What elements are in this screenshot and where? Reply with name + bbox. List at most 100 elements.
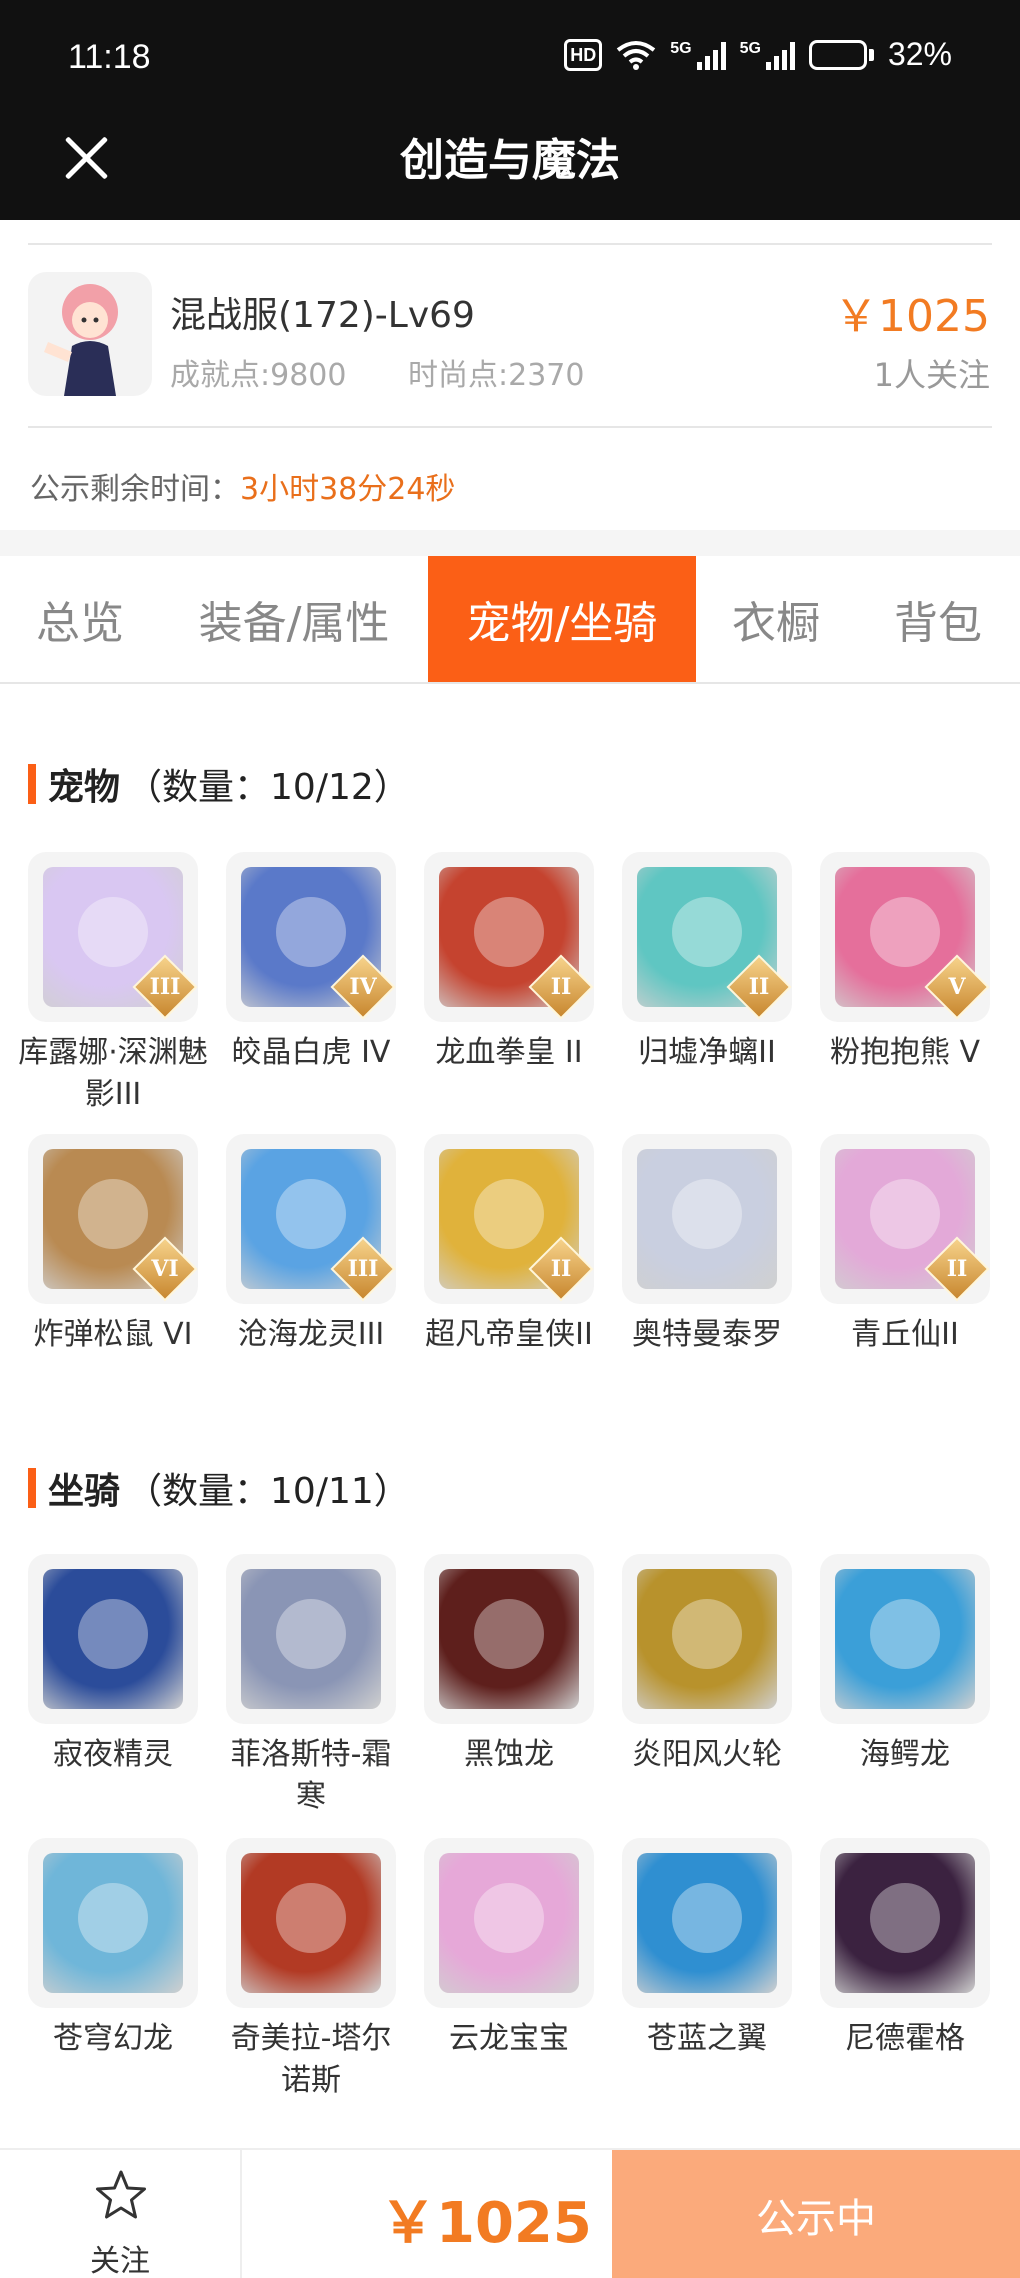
follow-button[interactable]: 关注 (0, 2150, 242, 2278)
signal-tag-2: 5G (739, 39, 761, 57)
item-thumbnail (820, 1554, 990, 1724)
notice-row: 公示剩余时间：3小时38分24秒 (30, 464, 455, 508)
item-image (637, 1569, 777, 1709)
grid-item[interactable]: 苍穹幻龙 (28, 1838, 198, 2060)
item-name: 超凡帝皇侠II (425, 1317, 593, 1352)
tab-wardrobe[interactable]: 衣橱 (696, 556, 856, 682)
grid-item[interactable]: 寂夜精灵 (28, 1554, 198, 1776)
tab-overview[interactable]: 总览 (0, 556, 160, 682)
tab-bar: 总览 装备/属性 宠物/坐骑 衣橱 背包 (0, 556, 1020, 684)
rank-label: III (347, 1256, 379, 1282)
app-header: 创造与魔法 (0, 110, 1020, 220)
item-thumbnail (622, 1134, 792, 1304)
divider (28, 426, 992, 428)
item-image (637, 1853, 777, 1993)
accent-bar (28, 764, 36, 804)
grid-item[interactable]: 苍蓝之翼 (622, 1838, 792, 2060)
item-thumbnail (622, 1838, 792, 2008)
item-name: 云龙宝宝 (449, 2021, 569, 2056)
tab-equipment[interactable]: 装备/属性 (160, 556, 428, 682)
grid-item[interactable]: III 沧海龙灵III (226, 1134, 396, 1356)
page-title: 创造与魔法 (400, 135, 620, 186)
grid-item[interactable]: II 龙血拳皇 II (424, 852, 594, 1074)
item-image (439, 1569, 579, 1709)
item-name: 归墟净螭II (638, 1035, 776, 1070)
grid-item[interactable]: 奥特曼泰罗 (622, 1134, 792, 1356)
tab-pets-mounts[interactable]: 宠物/坐骑 (428, 556, 696, 682)
item-name: 苍穹幻龙 (53, 2021, 173, 2056)
follow-label: 关注 (90, 2244, 150, 2278)
status-icons: HD 5G 5G 32% (564, 36, 952, 73)
grid-item[interactable]: 尼德霍格 (820, 1838, 990, 2060)
rank-label: VI (151, 1256, 179, 1282)
notice-label: 公示剩余时间： (30, 472, 240, 507)
grid-item[interactable]: II 青丘仙II (820, 1134, 990, 1356)
status-button[interactable]: 公示中 (612, 2150, 1020, 2278)
item-name: 尼德霍格 (845, 2021, 965, 2056)
avatar (28, 272, 152, 396)
mounts-title: 坐骑 (48, 1471, 121, 1512)
item-name: 沧海龙灵III (237, 1317, 385, 1352)
grid-item[interactable]: 海鳄龙 (820, 1554, 990, 1776)
item-thumbnail (226, 1554, 396, 1724)
status-bar: 11:18 HD 5G 5G 32% (0, 0, 1020, 110)
grid-item[interactable]: II 归墟净螭II (622, 852, 792, 1074)
item-name: 寂夜精灵 (53, 1737, 173, 1772)
item-thumbnail: III (226, 1134, 396, 1304)
item-name: 黑蚀龙 (464, 1737, 554, 1772)
notice-time: 3小时38分24秒 (240, 472, 456, 507)
rank-label: V (948, 974, 966, 1000)
rank-label: II (946, 1256, 968, 1282)
account-price: ￥1025 (834, 291, 990, 342)
item-name: 龙血拳皇 II (435, 1035, 583, 1070)
item-thumbnail (28, 1554, 198, 1724)
item-name: 皎晶白虎 IV (231, 1035, 391, 1070)
item-thumbnail: II (622, 852, 792, 1022)
item-thumbnail (424, 1554, 594, 1724)
item-image (835, 1853, 975, 1993)
hd-icon: HD (564, 38, 603, 71)
bottom-bar: 关注 ￥1025 公示中 (0, 2148, 1020, 2278)
item-thumbnail: IV (226, 852, 396, 1022)
grid-item[interactable]: 菲洛斯特-霜寒 (226, 1554, 396, 1818)
item-name: 苍蓝之翼 (647, 2021, 767, 2056)
divider (28, 243, 992, 245)
grid-item[interactable]: 炎阳风火轮 (622, 1554, 792, 1776)
item-name: 炸弹松鼠 VI (33, 1317, 193, 1352)
item-image (835, 1569, 975, 1709)
item-name: 炎阳风火轮 (632, 1737, 782, 1772)
pets-heading: 宠物 （数量：10/12） (28, 758, 410, 810)
item-thumbnail: V (820, 852, 990, 1022)
item-name: 青丘仙II (851, 1317, 959, 1352)
fashion-points: 时尚点:2370 (408, 358, 585, 393)
follower-count: 1人关注 (873, 356, 990, 394)
pets-count: （数量：10/12） (126, 767, 410, 808)
item-thumbnail (226, 1838, 396, 2008)
battery-percent: 32% (887, 36, 952, 72)
item-thumbnail (820, 1838, 990, 2008)
section-gap (0, 530, 1020, 556)
item-image (439, 1853, 579, 1993)
item-image (637, 1149, 777, 1289)
grid-item[interactable]: 黑蚀龙 (424, 1554, 594, 1776)
rank-label: IV (349, 974, 377, 1000)
grid-item[interactable]: 奇美拉-塔尔诺斯 (226, 1838, 396, 2102)
item-image (241, 1569, 381, 1709)
status-time: 11:18 (68, 38, 151, 76)
item-thumbnail: II (424, 852, 594, 1022)
grid-item[interactable]: VI 炸弹松鼠 VI (28, 1134, 198, 1356)
item-thumbnail (622, 1554, 792, 1724)
grid-item[interactable]: 云龙宝宝 (424, 1838, 594, 2060)
grid-item[interactable]: V 粉抱抱熊 V (820, 852, 990, 1074)
item-name: 菲洛斯特-霜寒 (230, 1737, 392, 1814)
mounts-heading: 坐骑 （数量：10/11） (28, 1462, 410, 1514)
grid-item[interactable]: III 库露娜·深渊魅影III (18, 852, 208, 1116)
grid-item[interactable]: IV 皎晶白虎 IV (226, 852, 396, 1074)
item-image (43, 1853, 183, 1993)
grid-item[interactable]: II 超凡帝皇侠II (424, 1134, 594, 1356)
rank-label: II (550, 1256, 572, 1282)
tab-backpack[interactable]: 背包 (856, 556, 1020, 682)
item-image (43, 1569, 183, 1709)
rank-label: III (149, 974, 181, 1000)
item-thumbnail (424, 1838, 594, 2008)
